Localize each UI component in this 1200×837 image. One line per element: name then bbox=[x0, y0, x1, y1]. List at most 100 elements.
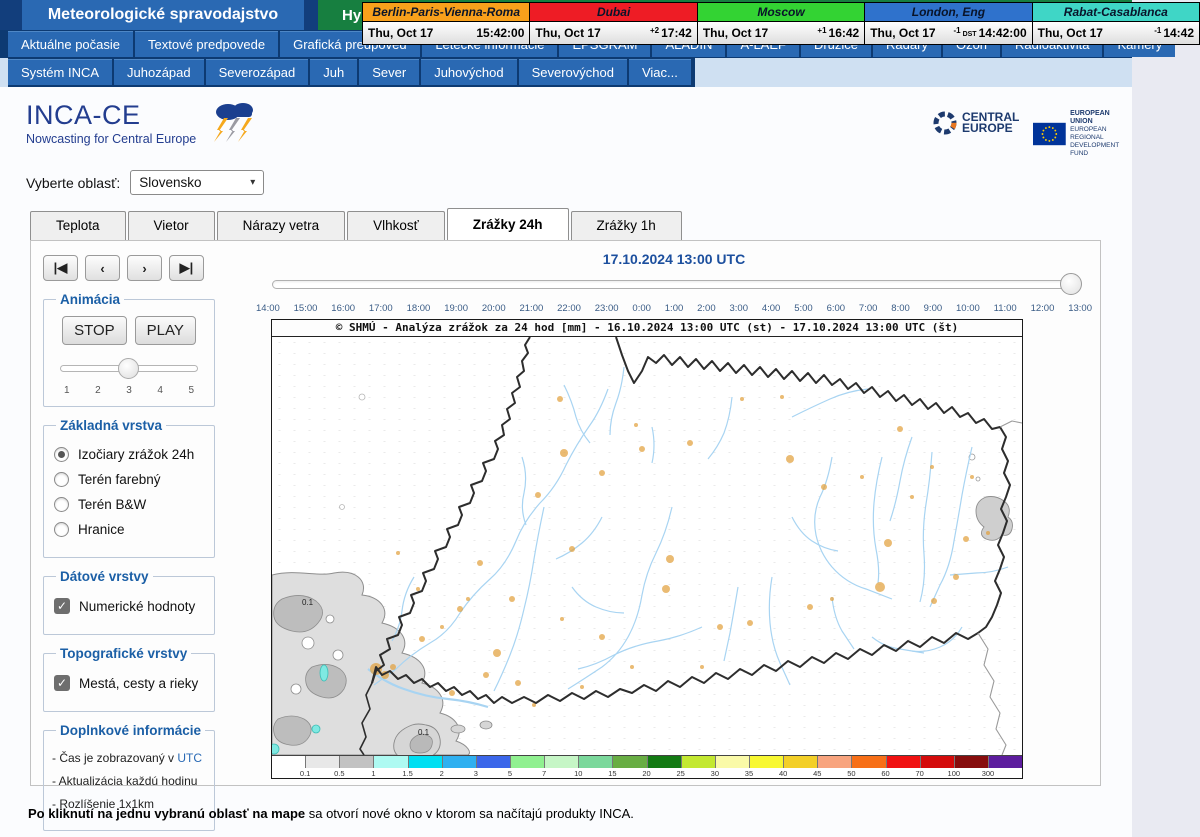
product-panel: |◀‹›▶| Animácia STOP PLAY 12345 Základná… bbox=[30, 240, 1101, 786]
colorbar-label: 300 bbox=[979, 769, 997, 778]
colorbar-label: 0.1 bbox=[296, 769, 314, 778]
region-tab-syst-m-inca[interactable]: Systém INCA bbox=[8, 59, 112, 85]
timeline-slider-thumb[interactable] bbox=[1060, 273, 1082, 295]
partner-logos: CENTRAL EUROPE EUROPEAN UNION EUROPEAN R… bbox=[932, 110, 1132, 158]
city-marker bbox=[440, 625, 444, 629]
timeline-tick[interactable]: 17:00 bbox=[369, 303, 393, 314]
timeline-tick[interactable]: 3:00 bbox=[729, 303, 748, 314]
checkbox-option-mest-cesty-a-rieky[interactable]: ✓Mestá, cesty a rieky bbox=[54, 675, 204, 691]
timeline-tick[interactable]: 9:00 bbox=[924, 303, 943, 314]
tab-zr-ky-1h[interactable]: Zrážky 1h bbox=[571, 211, 682, 240]
prev-frame-button[interactable]: ‹ bbox=[85, 255, 120, 281]
first-frame-button[interactable]: |◀ bbox=[43, 255, 78, 281]
timeline-slider-track[interactable] bbox=[272, 280, 1076, 289]
colorbar-cell: 40 bbox=[750, 756, 784, 768]
timeline-tick[interactable]: 23:00 bbox=[595, 303, 619, 314]
timeline-tick[interactable]: 15:00 bbox=[294, 303, 318, 314]
region-tab-juhov-chod[interactable]: Juhovýchod bbox=[421, 59, 516, 85]
region-tab-severoz-pad[interactable]: Severozápad bbox=[206, 59, 309, 85]
timeline-tick[interactable]: 20:00 bbox=[482, 303, 506, 314]
region-nav-row: Systém INCAJuhozápadSeverozápadJuhSeverJ… bbox=[0, 58, 1132, 87]
tab-vietor[interactable]: Vietor bbox=[128, 211, 215, 240]
timeline-tick[interactable]: 6:00 bbox=[827, 303, 846, 314]
colorbar-cell: 0.1 bbox=[272, 756, 306, 768]
timeline-tick[interactable]: 5:00 bbox=[794, 303, 813, 314]
data-layers-legend: Dátové vrstvy bbox=[56, 569, 153, 584]
colorbar-label: 100 bbox=[945, 769, 963, 778]
play-button[interactable]: PLAY bbox=[135, 316, 196, 345]
last-frame-button[interactable]: ▶| bbox=[169, 255, 204, 281]
clock-body: Thu, Oct 1715:42:00 bbox=[363, 22, 529, 44]
next-frame-button[interactable]: › bbox=[127, 255, 162, 281]
clock-date: Thu, Oct 17 bbox=[535, 26, 600, 40]
tab-teplota[interactable]: Teplota bbox=[30, 211, 126, 240]
tab-zr-ky-24h[interactable]: Zrážky 24h bbox=[447, 208, 569, 240]
utc-link[interactable]: UTC bbox=[177, 751, 202, 765]
radio-option-hranice[interactable]: Hranice bbox=[54, 522, 204, 537]
colorbar-label: 30 bbox=[706, 769, 724, 778]
colorbar-cell: 30 bbox=[682, 756, 716, 768]
radio-icon[interactable] bbox=[54, 497, 69, 512]
timeline-tick[interactable]: 12:00 bbox=[1031, 303, 1055, 314]
region-tab-juhoz-pad[interactable]: Juhozápad bbox=[114, 59, 204, 85]
precipitation-map[interactable]: © SHMÚ - Analýza zrážok za 24 hod [mm] -… bbox=[271, 319, 1023, 779]
checkbox-option-numerick-hodnoty[interactable]: ✓Numerické hodnoty bbox=[54, 598, 204, 614]
region-tab-sever[interactable]: Sever bbox=[359, 59, 419, 85]
data-layers-fieldset: Dátové vrstvy ✓Numerické hodnoty bbox=[43, 569, 215, 635]
timeline-tick[interactable]: 21:00 bbox=[519, 303, 543, 314]
tab-vlhkos[interactable]: Vlhkosť bbox=[347, 211, 445, 240]
stop-button[interactable]: STOP bbox=[62, 316, 127, 345]
timeline-tick[interactable]: 18:00 bbox=[407, 303, 431, 314]
region-tab-juh[interactable]: Juh bbox=[310, 59, 357, 85]
animation-speed-slider[interactable] bbox=[60, 358, 198, 380]
radio-option-ter-n-farebn[interactable]: Terén farebný bbox=[54, 472, 204, 487]
map-canvas[interactable]: 0.1 0.1 bbox=[272, 337, 1022, 755]
clock-city-label: London, Eng bbox=[865, 3, 1031, 22]
timeline-slider[interactable] bbox=[272, 272, 1076, 296]
timeline-tick[interactable]: 16:00 bbox=[331, 303, 355, 314]
city-marker bbox=[884, 539, 892, 547]
timeline-tick[interactable]: 0:00 bbox=[632, 303, 651, 314]
timeline-ticks: 14:00 15:00 16:00 17:00 18:00 19:00 20:00 21:00… bbox=[256, 303, 1092, 314]
timeline-tick[interactable]: 8:00 bbox=[891, 303, 910, 314]
region-tab-severov-chod[interactable]: Severovýchod bbox=[519, 59, 627, 85]
timeline-tick[interactable]: 2:00 bbox=[697, 303, 716, 314]
region-tab-viac[interactable]: Viac... bbox=[629, 59, 691, 85]
checkbox-icon[interactable]: ✓ bbox=[54, 598, 70, 614]
top-tab-aktu-lne-po-asie[interactable]: Aktuálne počasie bbox=[8, 31, 133, 57]
timeline-tick[interactable]: 1:00 bbox=[665, 303, 684, 314]
speed-scale-label: 5 bbox=[188, 385, 194, 396]
checkbox-icon[interactable]: ✓ bbox=[54, 675, 70, 691]
radio-option-ter-n-b-w[interactable]: Terén B&W bbox=[54, 497, 204, 512]
city-marker bbox=[875, 582, 885, 592]
city-marker bbox=[466, 597, 470, 601]
footer-note-bold: Po kliknutí na jednu vybranú oblasť na m… bbox=[28, 806, 305, 821]
radio-option-izo-iary-zr-ok-24h[interactable]: Izočiary zrážok 24h bbox=[54, 447, 204, 462]
timeline-tick[interactable]: 13:00 bbox=[1068, 303, 1092, 314]
region-select[interactable]: Slovensko ▾ bbox=[130, 170, 264, 195]
timeline-tick[interactable]: 14:00 bbox=[256, 303, 280, 314]
top-tab-textov-predpovede[interactable]: Textové predpovede bbox=[135, 31, 278, 57]
map-title: © SHMÚ - Analýza zrážok za 24 hod [mm] -… bbox=[272, 320, 1022, 337]
timeline-tick[interactable]: 11:00 bbox=[994, 303, 1017, 314]
tab-n-razy-vetra[interactable]: Nárazy vetra bbox=[217, 211, 346, 240]
timeline-tick[interactable]: 10:00 bbox=[956, 303, 980, 314]
radio-icon[interactable] bbox=[54, 447, 69, 462]
timeline-tick[interactable]: 4:00 bbox=[762, 303, 781, 314]
city-marker bbox=[897, 426, 903, 432]
colorbar-label: 25 bbox=[672, 769, 690, 778]
speed-scale-label: 2 bbox=[95, 385, 101, 396]
clock-date: Thu, Oct 17 bbox=[703, 26, 768, 40]
clock-body: Thu, Oct 17+116:42 bbox=[698, 22, 864, 44]
speed-slider-thumb[interactable] bbox=[118, 358, 139, 379]
timeline-tick[interactable]: 7:00 bbox=[859, 303, 878, 314]
colorbar-label: 50 bbox=[842, 769, 860, 778]
radio-icon[interactable] bbox=[54, 472, 69, 487]
timeline-tick[interactable]: 22:00 bbox=[557, 303, 581, 314]
city-marker bbox=[666, 555, 674, 563]
clock-time-group: +217:42 bbox=[650, 26, 692, 40]
radio-icon[interactable] bbox=[54, 522, 69, 537]
city-marker bbox=[419, 636, 425, 642]
colorbar-cell: 3 bbox=[443, 756, 477, 768]
timeline-tick[interactable]: 19:00 bbox=[444, 303, 468, 314]
